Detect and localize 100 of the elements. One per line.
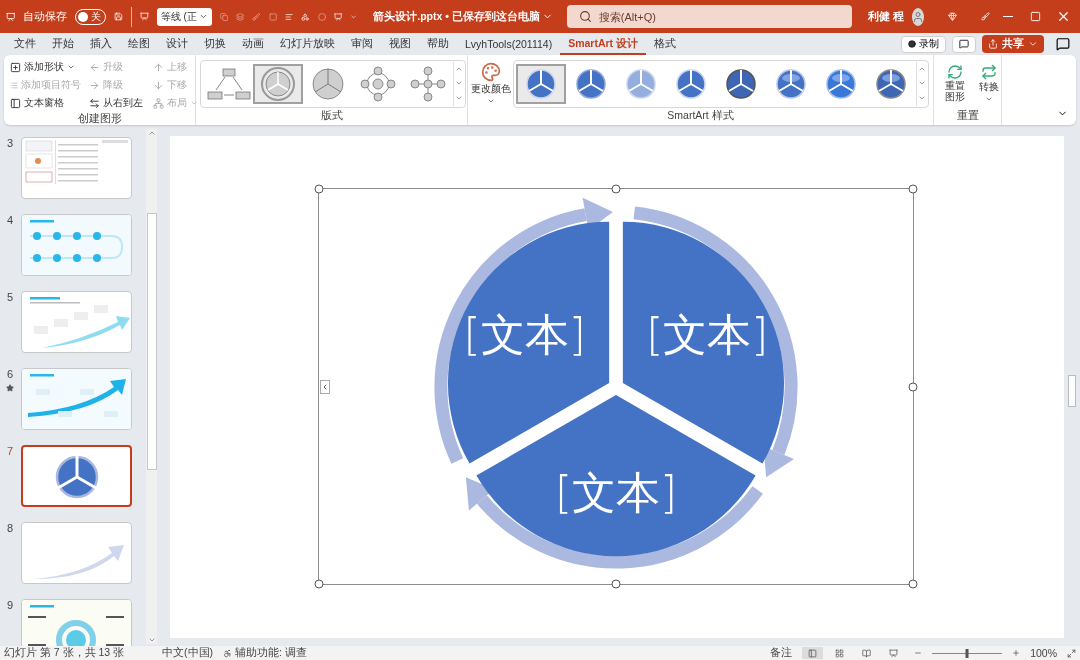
repeat-icon [981,64,997,80]
reset-graphic-button[interactable]: 重置图形 [938,63,972,104]
segment-text: [文本] [463,308,586,360]
ring-layout-drawing [358,65,398,102]
share-button[interactable]: 共享 [982,35,1044,53]
cross-layout-drawing [408,65,448,102]
up-arrow-icon [153,61,164,73]
accessibility-status[interactable]: 辅助功能: 调查 [235,646,307,660]
menu-tab[interactable]: 帮助 [419,33,457,55]
scroll-up-icon[interactable] [147,129,156,137]
view-button[interactable] [802,647,824,659]
text-pane-icon [10,97,21,109]
zoom-reading[interactable]: 100% [1030,647,1057,659]
style-gallery[interactable] [513,59,929,108]
show-view-icon [889,648,899,658]
ribbon-command[interactable]: 从右到左 [87,94,147,112]
scroll-down-icon[interactable] [147,636,156,644]
slide-thumbnail[interactable] [21,368,132,430]
menu-tab[interactable]: 格式 [646,33,685,55]
scrollbar-thumb[interactable] [1068,375,1076,407]
zoom-in-icon[interactable] [1012,649,1021,657]
zoom-slider-thumb[interactable] [965,648,969,658]
caret-icon [486,97,495,105]
pie-layout-drawing [310,65,346,102]
slide-number: 9 [6,599,14,611]
language-label: 中文(中国) [162,646,214,660]
resize-handle[interactable] [908,184,918,194]
cycle-style-drawing [676,68,706,99]
ribbon-command[interactable]: 文本窗格 [8,94,83,112]
resize-handle[interactable] [908,382,918,391]
search-field[interactable]: 搜索(Alt+Q) [566,5,852,28]
user-name: 利健 程 [867,9,904,24]
notes-button[interactable]: 备注 [770,646,793,660]
fit-slide-icon[interactable] [1067,648,1076,658]
resize-handle[interactable] [611,579,621,589]
scrollbar[interactable] [146,129,157,644]
sorter-view-icon [835,648,845,658]
slide-number: 5 [6,291,14,303]
slide-number: 7 [6,445,14,457]
style-option[interactable] [516,63,566,104]
search-icon [578,10,592,23]
resize-handle[interactable] [611,184,621,194]
cycle-layout-drawing [260,65,296,102]
slide-number: 4 [6,214,14,226]
hierarchy-layout-drawing [205,65,251,102]
record-button[interactable]: 录制 [901,35,946,53]
cycle-style-drawing [526,68,556,99]
minimize-icon [1002,15,1013,18]
slide-thumbnail[interactable] [21,214,132,276]
comment-icon [959,39,969,49]
maximize-icon [1030,11,1042,22]
ribbon-command[interactable]: 添加形状 [8,58,83,76]
segment-text: [文本] [646,308,769,360]
slide-thumbnail[interactable] [21,137,132,199]
font-field[interactable]: 等线 (正 [156,7,212,26]
menu-tab[interactable]: 文件 [6,33,44,55]
menu-tab[interactable]: 设计 [158,33,196,55]
group-label: SmartArt 样式 [667,109,734,123]
layout-option[interactable] [253,63,303,104]
right-arrow-icon [89,79,100,91]
menu-tab[interactable]: 插入 [82,33,120,55]
text-pane-toggle[interactable] [320,379,330,394]
cycle-style-drawing [776,68,806,99]
menu-tab[interactable]: 开始 [44,33,82,55]
accessibility-icon [223,648,233,658]
segment-text: [文本] [554,466,678,518]
down-arrow-icon [153,79,164,91]
slide-thumbnail[interactable] [21,599,132,646]
slide-number: 3 [6,137,14,149]
record-dot-icon [908,40,916,48]
zoom-out-icon[interactable] [914,649,923,657]
slide-thumbnail[interactable] [21,522,132,584]
group-label: 版式 [320,109,343,123]
menu-tab[interactable]: 切换 [196,33,234,55]
menu-tab[interactable]: 动画 [234,33,272,55]
left-arrow-icon [89,61,100,73]
resize-handle[interactable] [314,184,324,194]
slide-thumbnail[interactable] [21,291,132,353]
cycle-style-drawing [876,68,906,99]
normal-view-icon [808,648,818,658]
autosave-label: 自动保存 [23,9,68,24]
layout-gallery[interactable] [200,59,466,108]
resize-handle[interactable] [314,579,324,589]
reading-view-icon [862,648,872,658]
menu-tab[interactable]: 绘图 [120,33,158,55]
change-colors-button[interactable]: 更改颜色 [472,61,509,106]
menu-tab[interactable]: LvyhTools(201114) [457,34,561,54]
caret-icon [985,95,993,103]
cycle-style-drawing [626,68,656,99]
user-avatar[interactable] [911,7,924,26]
menu-tab[interactable]: 幻灯片放映 [272,33,343,55]
menu-tab[interactable]: 视图 [381,33,419,55]
resize-handle[interactable] [908,579,918,589]
file-title[interactable]: 箭头设计.pptx • 已保存到这台电脑 [373,9,553,24]
add-shape-icon [10,61,21,73]
convert-button[interactable]: 转换 [972,63,1006,104]
comment-button[interactable] [952,35,976,53]
menu-tab[interactable]: 审阅 [343,33,381,55]
comments-icon[interactable] [1056,37,1070,51]
slide-thumbnail[interactable] [21,445,132,507]
